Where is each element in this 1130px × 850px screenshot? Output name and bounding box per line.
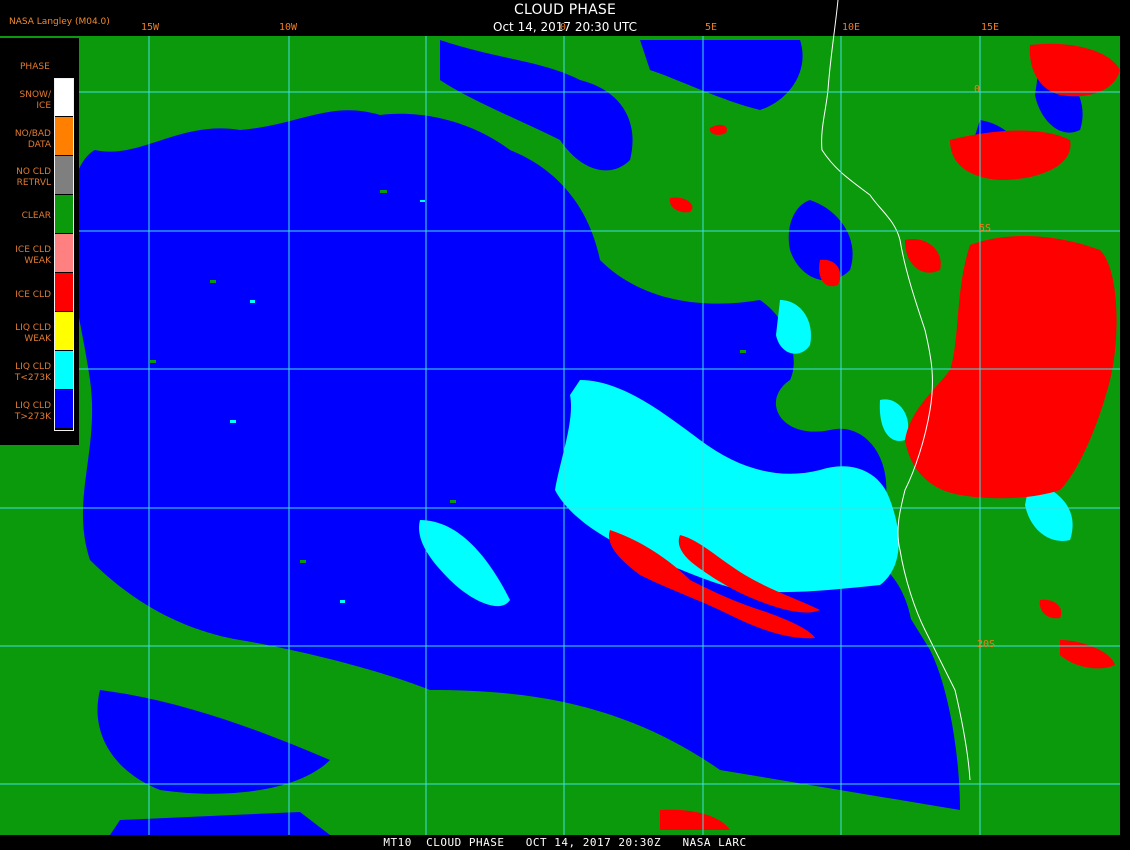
legend-item-clear: CLEAR (0, 195, 79, 233)
legend-item-snow-ice: SNOW/ ICE (0, 78, 79, 116)
legend-item-ice-cld-weak: ICE CLD WEAK (0, 234, 79, 272)
footer-caption: MT10 CLOUD PHASE OCT 14, 2017 20:30Z NAS… (383, 836, 747, 849)
phase-legend: PHASE SNOW/ ICE NO/BAD DATA NO CLD RETRV… (0, 38, 79, 445)
lon-label-10w: 10W (279, 22, 298, 33)
lat-label-0: 0 (974, 84, 981, 95)
lon-label-15e: 15E (981, 22, 1000, 33)
legend-item-liq-cld-warm: LIQ CLD T>273K (0, 390, 79, 428)
legend-swatch-no-cld-retrvl (55, 156, 73, 194)
legend-swatch-liq-cld-warm (55, 390, 73, 428)
lat-label-20s: 20S (977, 639, 996, 650)
legend-label: ICE CLD WEAK (15, 245, 51, 266)
legend-label: NO/BAD DATA (14, 129, 51, 150)
legend-label: SNOW/ ICE (19, 90, 51, 111)
legend-label: CLEAR (21, 211, 51, 221)
legend-label: LIQ CLD WEAK (15, 323, 51, 344)
legend-swatch-ice-cld-weak (55, 234, 73, 272)
legend-swatch-liq-cld-cold (55, 351, 73, 389)
legend-title: PHASE (20, 62, 50, 72)
lon-label-10e: 10E (842, 22, 861, 33)
legend-label: LIQ CLD T<273K (14, 362, 51, 383)
lon-label-5e: 5E (705, 22, 718, 33)
legend-swatch-ice-cld (55, 273, 73, 311)
lon-label-0: 0 (560, 22, 567, 33)
legend-item-no-bad-data: NO/BAD DATA (0, 117, 79, 155)
legend-swatch-liq-cld-weak (55, 312, 73, 350)
lon-label-15w: 15W (141, 22, 160, 33)
legend-item-liq-cld-weak: LIQ CLD WEAK (0, 312, 79, 350)
legend-item-no-cld-retrvl: NO CLD RETRVL (0, 156, 79, 194)
legend-item-ice-cld: ICE CLD (0, 273, 79, 311)
legend-label: NO CLD RETRVL (16, 167, 51, 188)
legend-swatch-clear (55, 195, 73, 233)
legend-swatch-no-bad-data (55, 117, 73, 155)
legend-label: ICE CLD (15, 290, 51, 300)
map-title: CLOUD PHASE (513, 2, 617, 18)
legend-swatch-snow-ice (55, 78, 73, 116)
legend-item-liq-cld-cold: LIQ CLD T<273K (0, 351, 79, 389)
lat-label-5s: 5S (979, 223, 992, 234)
right-edge-strip (1120, 36, 1130, 836)
legend-label: LIQ CLD T>273K (14, 401, 51, 422)
source-label: NASA Langley (M04.0) (9, 17, 110, 27)
cloud-phase-map (0, 0, 1130, 850)
